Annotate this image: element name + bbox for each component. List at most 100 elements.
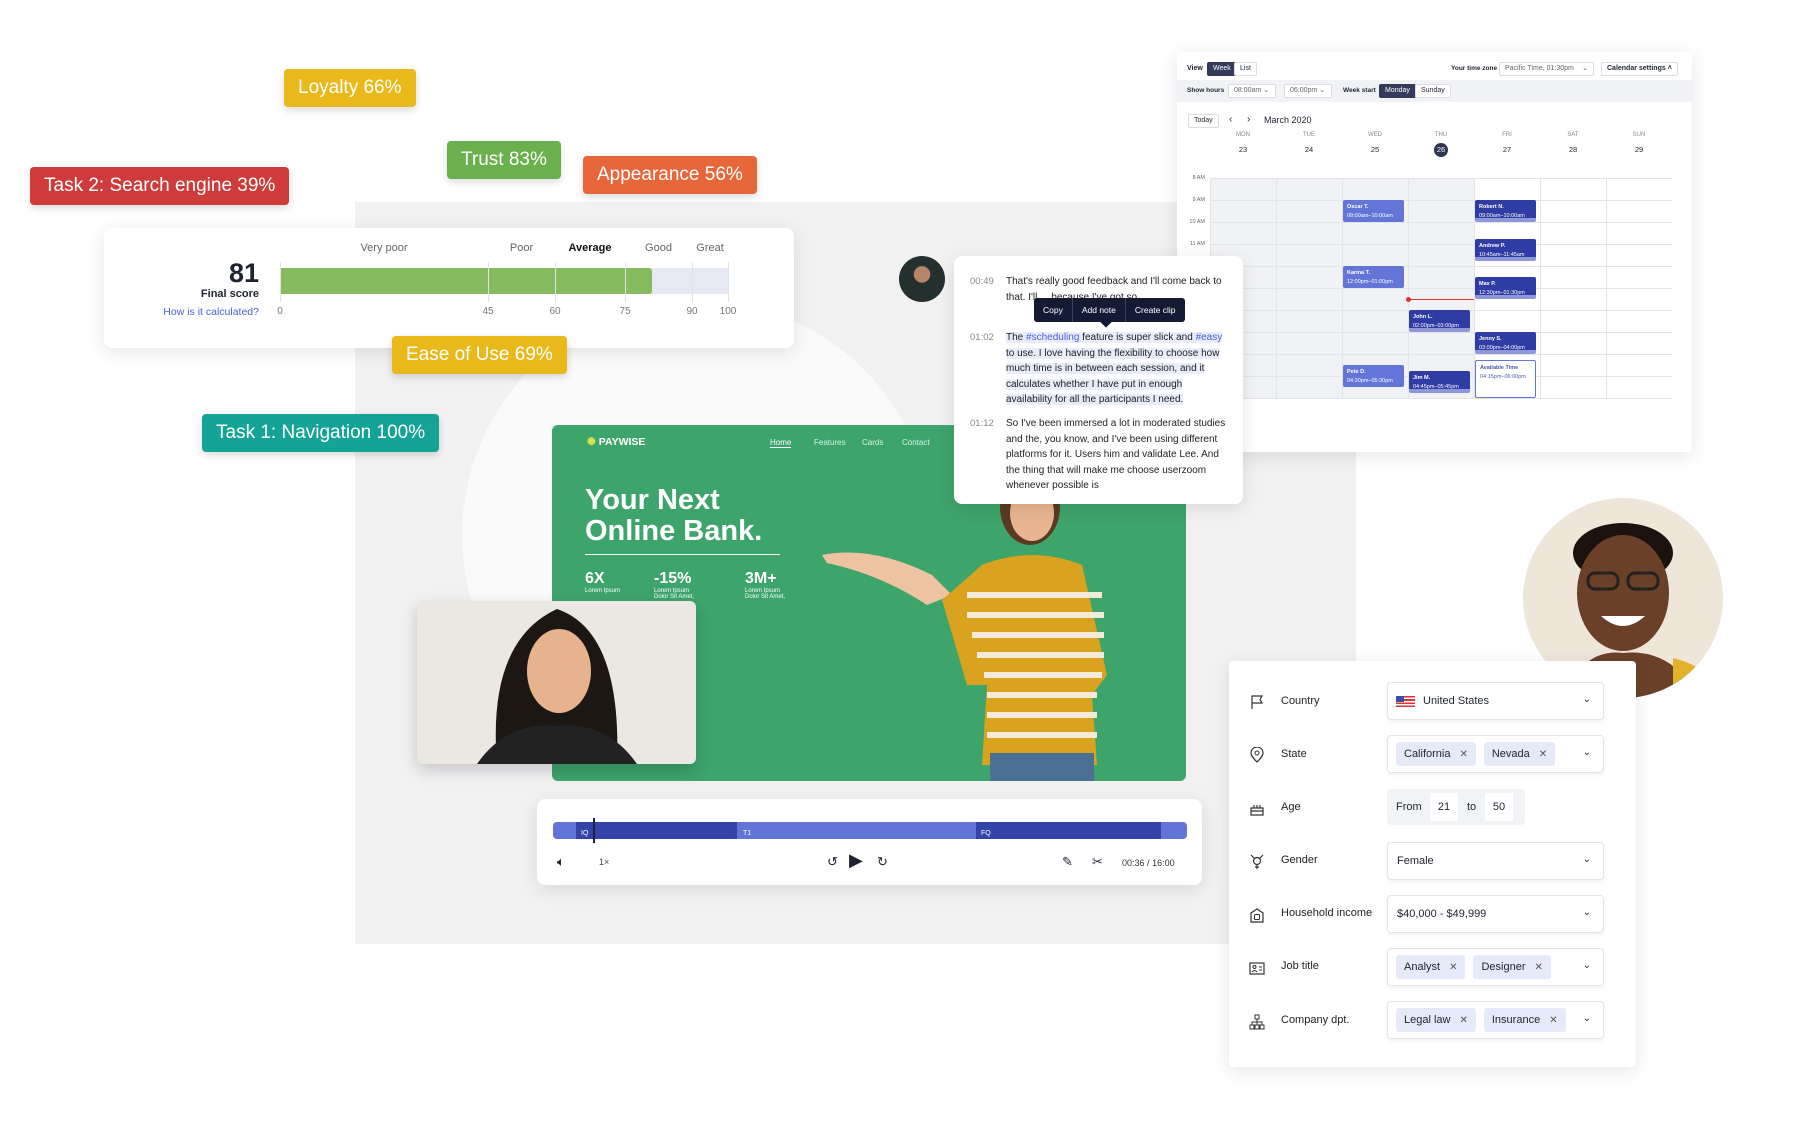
hour-line — [1210, 288, 1672, 289]
remove-chip-icon[interactable]: ✕ — [1449, 962, 1457, 973]
event-time: 09:00am–10:00am — [1479, 213, 1525, 219]
day-date[interactable]: 26 — [1434, 143, 1448, 157]
how-calculated-link[interactable]: How is it calculated? — [163, 306, 259, 318]
calendar-event[interactable]: John L. 02:00pm–03:00pm — [1409, 310, 1470, 332]
scissors-icon[interactable]: ✂ — [1092, 854, 1103, 870]
gender-value: Female — [1397, 855, 1434, 867]
playback-speed-button[interactable]: 1× — [599, 857, 609, 867]
segment-iq[interactable]: IQ — [576, 822, 737, 839]
calendar-event[interactable]: Robert N. 09:00am–10:00am — [1475, 200, 1536, 222]
settings-label: Calendar settings — [1607, 65, 1666, 72]
segment-label: FQ — [981, 830, 991, 837]
hour-label: 9 AM — [1192, 197, 1205, 203]
week-start-monday[interactable]: Monday — [1379, 84, 1416, 98]
day-date[interactable]: 25 — [1368, 143, 1382, 157]
timestamp[interactable]: 01:02 — [970, 330, 994, 346]
badge-loyalty: Loyalty 66% — [284, 69, 416, 107]
remove-chip-icon[interactable]: ✕ — [1535, 962, 1543, 973]
participant-video[interactable] — [417, 601, 696, 764]
chip-designer: Designer ✕ — [1473, 955, 1551, 979]
gender-select[interactable]: Female ⌄ — [1387, 842, 1604, 880]
hours-from-select[interactable]: 08:00am ⌄ — [1228, 84, 1276, 98]
brand-name: PAYWISE — [598, 436, 646, 448]
day-date[interactable]: 24 — [1302, 143, 1316, 157]
remove-chip-icon[interactable]: ✕ — [1459, 749, 1467, 760]
playhead[interactable] — [592, 818, 595, 843]
paywise-logo: ✺ PAYWISE — [587, 436, 645, 448]
view-week-button[interactable]: Week — [1207, 62, 1237, 76]
calendar-event[interactable]: Pete D. 04:30pm–05:30pm — [1343, 365, 1404, 387]
hashtag-link[interactable]: #easy — [1196, 332, 1223, 343]
timeline-track[interactable]: IQ T1 FQ — [553, 822, 1187, 839]
edit-note-icon[interactable]: ✎ — [1062, 854, 1073, 870]
next-week-button[interactable]: › — [1247, 114, 1250, 125]
event-name: John L. — [1413, 314, 1433, 320]
transcript-panel: 00:49 That's really good feedback and I'l… — [954, 256, 1243, 504]
hour-label: 10 AM — [1189, 219, 1205, 225]
calendar-event[interactable]: Available Time 04:15pm–06:00pm — [1475, 359, 1536, 398]
forward-5-icon[interactable]: ↻ — [877, 854, 888, 870]
day-date[interactable]: 28 — [1566, 143, 1580, 157]
calendar-event[interactable]: Karina T. 12:00pm–01:00pm — [1343, 266, 1404, 288]
calendar-panel: View Week List Your time zone Pacific Ti… — [1177, 52, 1692, 452]
calendar-settings-button[interactable]: Calendar settings ˄ — [1601, 62, 1678, 76]
remove-chip-icon[interactable]: ✕ — [1459, 1015, 1467, 1026]
score-value: 81 — [228, 258, 259, 288]
country-select[interactable]: United States ⌄ — [1387, 682, 1604, 720]
tick-line — [280, 262, 281, 302]
hours-to-value: 06:00pm — [1290, 87, 1318, 94]
transcript-entry[interactable]: 01:02 The #scheduling feature is super sl… — [970, 330, 1229, 408]
tick-label: 60 — [549, 306, 561, 317]
view-list-button[interactable]: List — [1234, 62, 1257, 76]
event-time: 04:30pm–05:30pm — [1347, 378, 1393, 384]
rewind-5-icon[interactable]: ↺ — [827, 854, 838, 870]
age-from-input[interactable]: 21 — [1430, 793, 1458, 821]
calendar-event[interactable]: Jim M. 04:45pm–05:45pm — [1409, 370, 1470, 393]
hour-label: 8 AM — [1192, 175, 1205, 181]
day-date[interactable]: 27 — [1500, 143, 1514, 157]
chip-label: Legal law — [1404, 1014, 1451, 1026]
segment-label: T1 — [743, 830, 752, 837]
hashtag-link[interactable]: #scheduling — [1026, 332, 1079, 343]
state-multiselect[interactable]: California ✕ Nevada ✕ ⌄ — [1387, 735, 1604, 773]
job-label: Job title — [1281, 960, 1319, 972]
company-dept-multiselect[interactable]: Legal law ✕ Insurance ✕ ⌄ — [1387, 1001, 1604, 1039]
stat-value: 6X — [585, 570, 605, 587]
hour-line — [1210, 354, 1672, 355]
job-title-multiselect[interactable]: Analyst ✕ Designer ✕ ⌄ — [1387, 948, 1604, 986]
id-card-icon — [1249, 962, 1265, 975]
calendar-event[interactable]: Max P. 12:30pm–01:30pm — [1475, 277, 1536, 299]
hours-to-select[interactable]: 06:00pm ⌄ — [1284, 84, 1332, 98]
day-date[interactable]: 23 — [1236, 143, 1250, 157]
timestamp[interactable]: 00:49 — [970, 274, 994, 290]
timezone-select[interactable]: Pacific Time, 01:30pm ⌄ — [1499, 62, 1594, 76]
hours-from-value: 08:00am — [1234, 87, 1262, 94]
us-flag-icon — [1396, 696, 1415, 707]
chevron-down-icon: ⌄ — [1582, 1013, 1591, 1024]
week-start-sunday[interactable]: Sunday — [1415, 84, 1451, 98]
remove-chip-icon[interactable]: ✕ — [1549, 1015, 1557, 1026]
play-icon[interactable]: ▶ — [849, 850, 863, 871]
create-clip-button[interactable]: Create clip — [1126, 298, 1185, 322]
day-name: SAT — [1567, 132, 1579, 138]
today-button[interactable]: Today — [1188, 114, 1219, 128]
chip-label: Analyst — [1404, 961, 1441, 973]
hour-line — [1210, 244, 1672, 245]
timestamp[interactable]: 01:12 — [970, 416, 994, 432]
calendar-event[interactable]: Andrew P. 10:45am–11:45am — [1475, 238, 1536, 261]
copy-button[interactable]: Copy — [1034, 298, 1073, 322]
prev-week-button[interactable]: ‹ — [1229, 114, 1232, 125]
income-select[interactable]: $40,000 - $49,999 ⌄ — [1387, 895, 1604, 933]
segment-t1[interactable]: T1 — [737, 822, 976, 839]
age-to-input[interactable]: 50 — [1485, 793, 1513, 821]
remove-chip-icon[interactable]: ✕ — [1539, 749, 1547, 760]
add-note-button[interactable]: Add note — [1073, 298, 1126, 322]
calendar-event[interactable]: Oscar T. 09:00am–10:00am — [1343, 200, 1404, 222]
volume-icon[interactable]: 🔈︎ — [557, 854, 565, 870]
segment-fq[interactable]: FQ — [976, 822, 1161, 839]
day-date[interactable]: 29 — [1632, 143, 1646, 157]
transcript-entry[interactable]: 01:12 So I've been immersed a lot in mode… — [970, 416, 1229, 494]
chip-label: Insurance — [1491, 1014, 1541, 1026]
hero-divider — [585, 554, 780, 555]
calendar-event[interactable]: Jenny S. 03:00pm–04:00pm — [1475, 332, 1536, 354]
